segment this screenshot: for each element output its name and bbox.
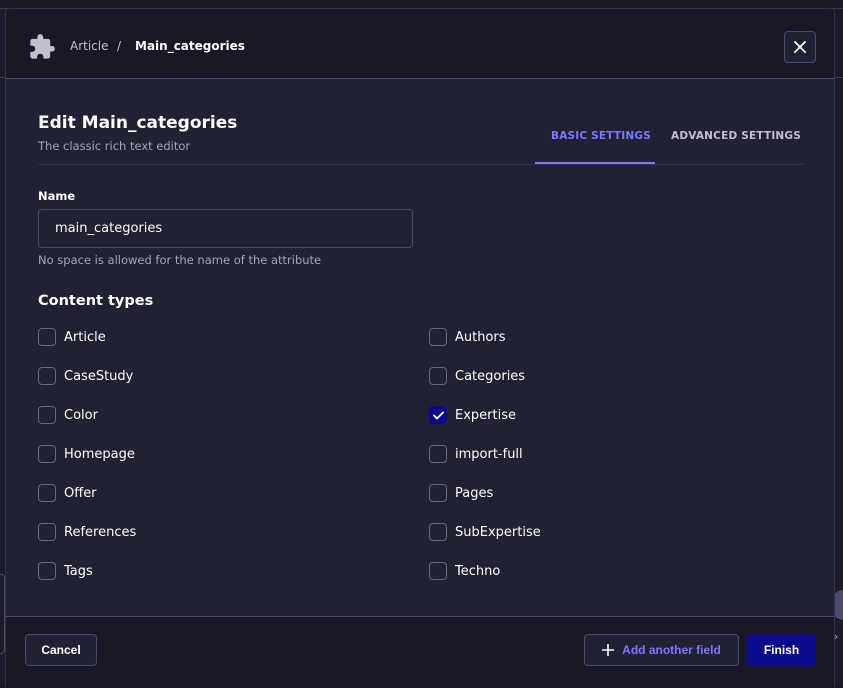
checkbox[interactable] — [429, 445, 447, 463]
edit-field-modal: Article / Main_categories Edit Main_cate… — [5, 8, 835, 687]
check-icon — [433, 411, 444, 420]
content-type-option[interactable]: Color — [38, 405, 98, 425]
breadcrumb-separator: / — [117, 39, 121, 53]
content-type-option[interactable]: Categories — [429, 366, 525, 386]
plus-icon — [602, 644, 614, 656]
checkbox[interactable] — [429, 367, 447, 385]
modal-header: Article / Main_categories — [6, 9, 834, 79]
name-field-hint: No space is allowed for the name of the … — [38, 253, 321, 267]
puzzle-icon — [28, 33, 56, 61]
content-type-option[interactable]: Pages — [429, 483, 493, 503]
active-tab-indicator — [535, 162, 655, 164]
finish-button[interactable]: Finish — [747, 634, 816, 666]
content-type-label: Offer — [64, 486, 97, 501]
content-types-heading: Content types — [38, 293, 153, 309]
content-type-label: References — [64, 525, 136, 540]
content-type-label: Pages — [455, 486, 493, 501]
checkbox[interactable] — [38, 328, 56, 346]
cancel-button[interactable]: Cancel — [25, 634, 97, 666]
content-type-label: Authors — [455, 330, 506, 345]
content-type-option[interactable]: Offer — [38, 483, 97, 503]
content-type-label: Categories — [455, 369, 525, 384]
modal-subtitle: The classic rich text editor — [38, 139, 190, 153]
checkbox-checked[interactable] — [429, 406, 447, 424]
checkbox[interactable] — [38, 562, 56, 580]
tabs-divider — [38, 164, 804, 165]
add-another-field-button[interactable]: Add another field — [584, 634, 739, 666]
name-field-label: Name — [38, 189, 75, 203]
checkbox[interactable] — [38, 445, 56, 463]
tab-basic-settings[interactable]: BASIC SETTINGS — [551, 130, 651, 142]
content-type-option[interactable]: CaseStudy — [38, 366, 133, 386]
modal-footer: Cancel Add another field Finish — [6, 616, 834, 688]
content-type-option[interactable]: SubExpertise — [429, 522, 541, 542]
content-type-option[interactable]: Authors — [429, 327, 506, 347]
checkbox[interactable] — [38, 484, 56, 502]
name-input[interactable] — [38, 209, 413, 248]
content-type-label: Color — [64, 408, 98, 423]
modal-title: Edit Main_categories — [38, 113, 237, 133]
checkbox[interactable] — [429, 484, 447, 502]
content-type-option[interactable]: import-full — [429, 444, 523, 464]
content-type-label: SubExpertise — [455, 525, 541, 540]
content-type-label: Techno — [455, 564, 500, 579]
content-type-option[interactable]: Article — [38, 327, 106, 347]
content-type-label: CaseStudy — [64, 369, 133, 384]
breadcrumb-parent[interactable]: Article — [70, 39, 109, 53]
checkbox[interactable] — [429, 523, 447, 541]
checkbox[interactable] — [38, 523, 56, 541]
content-type-option[interactable]: Homepage — [38, 444, 135, 464]
checkbox[interactable] — [429, 328, 447, 346]
checkbox[interactable] — [38, 406, 56, 424]
content-type-option[interactable]: Expertise — [429, 405, 516, 425]
content-type-label: Article — [64, 330, 106, 345]
content-type-option[interactable]: References — [38, 522, 136, 542]
content-type-label: Expertise — [455, 408, 516, 423]
add-another-field-label: Add another field — [622, 643, 721, 657]
content-type-label: Tags — [64, 564, 93, 579]
content-type-label: Homepage — [64, 447, 135, 462]
checkbox[interactable] — [429, 562, 447, 580]
content-type-option[interactable]: Techno — [429, 561, 500, 581]
close-icon — [794, 41, 806, 53]
close-button[interactable] — [784, 31, 816, 63]
checkbox[interactable] — [38, 367, 56, 385]
content-type-option[interactable]: Tags — [38, 561, 93, 581]
breadcrumb-current: Main_categories — [135, 39, 245, 53]
tab-advanced-settings[interactable]: ADVANCED SETTINGS — [671, 130, 801, 142]
content-type-label: import-full — [455, 447, 523, 462]
